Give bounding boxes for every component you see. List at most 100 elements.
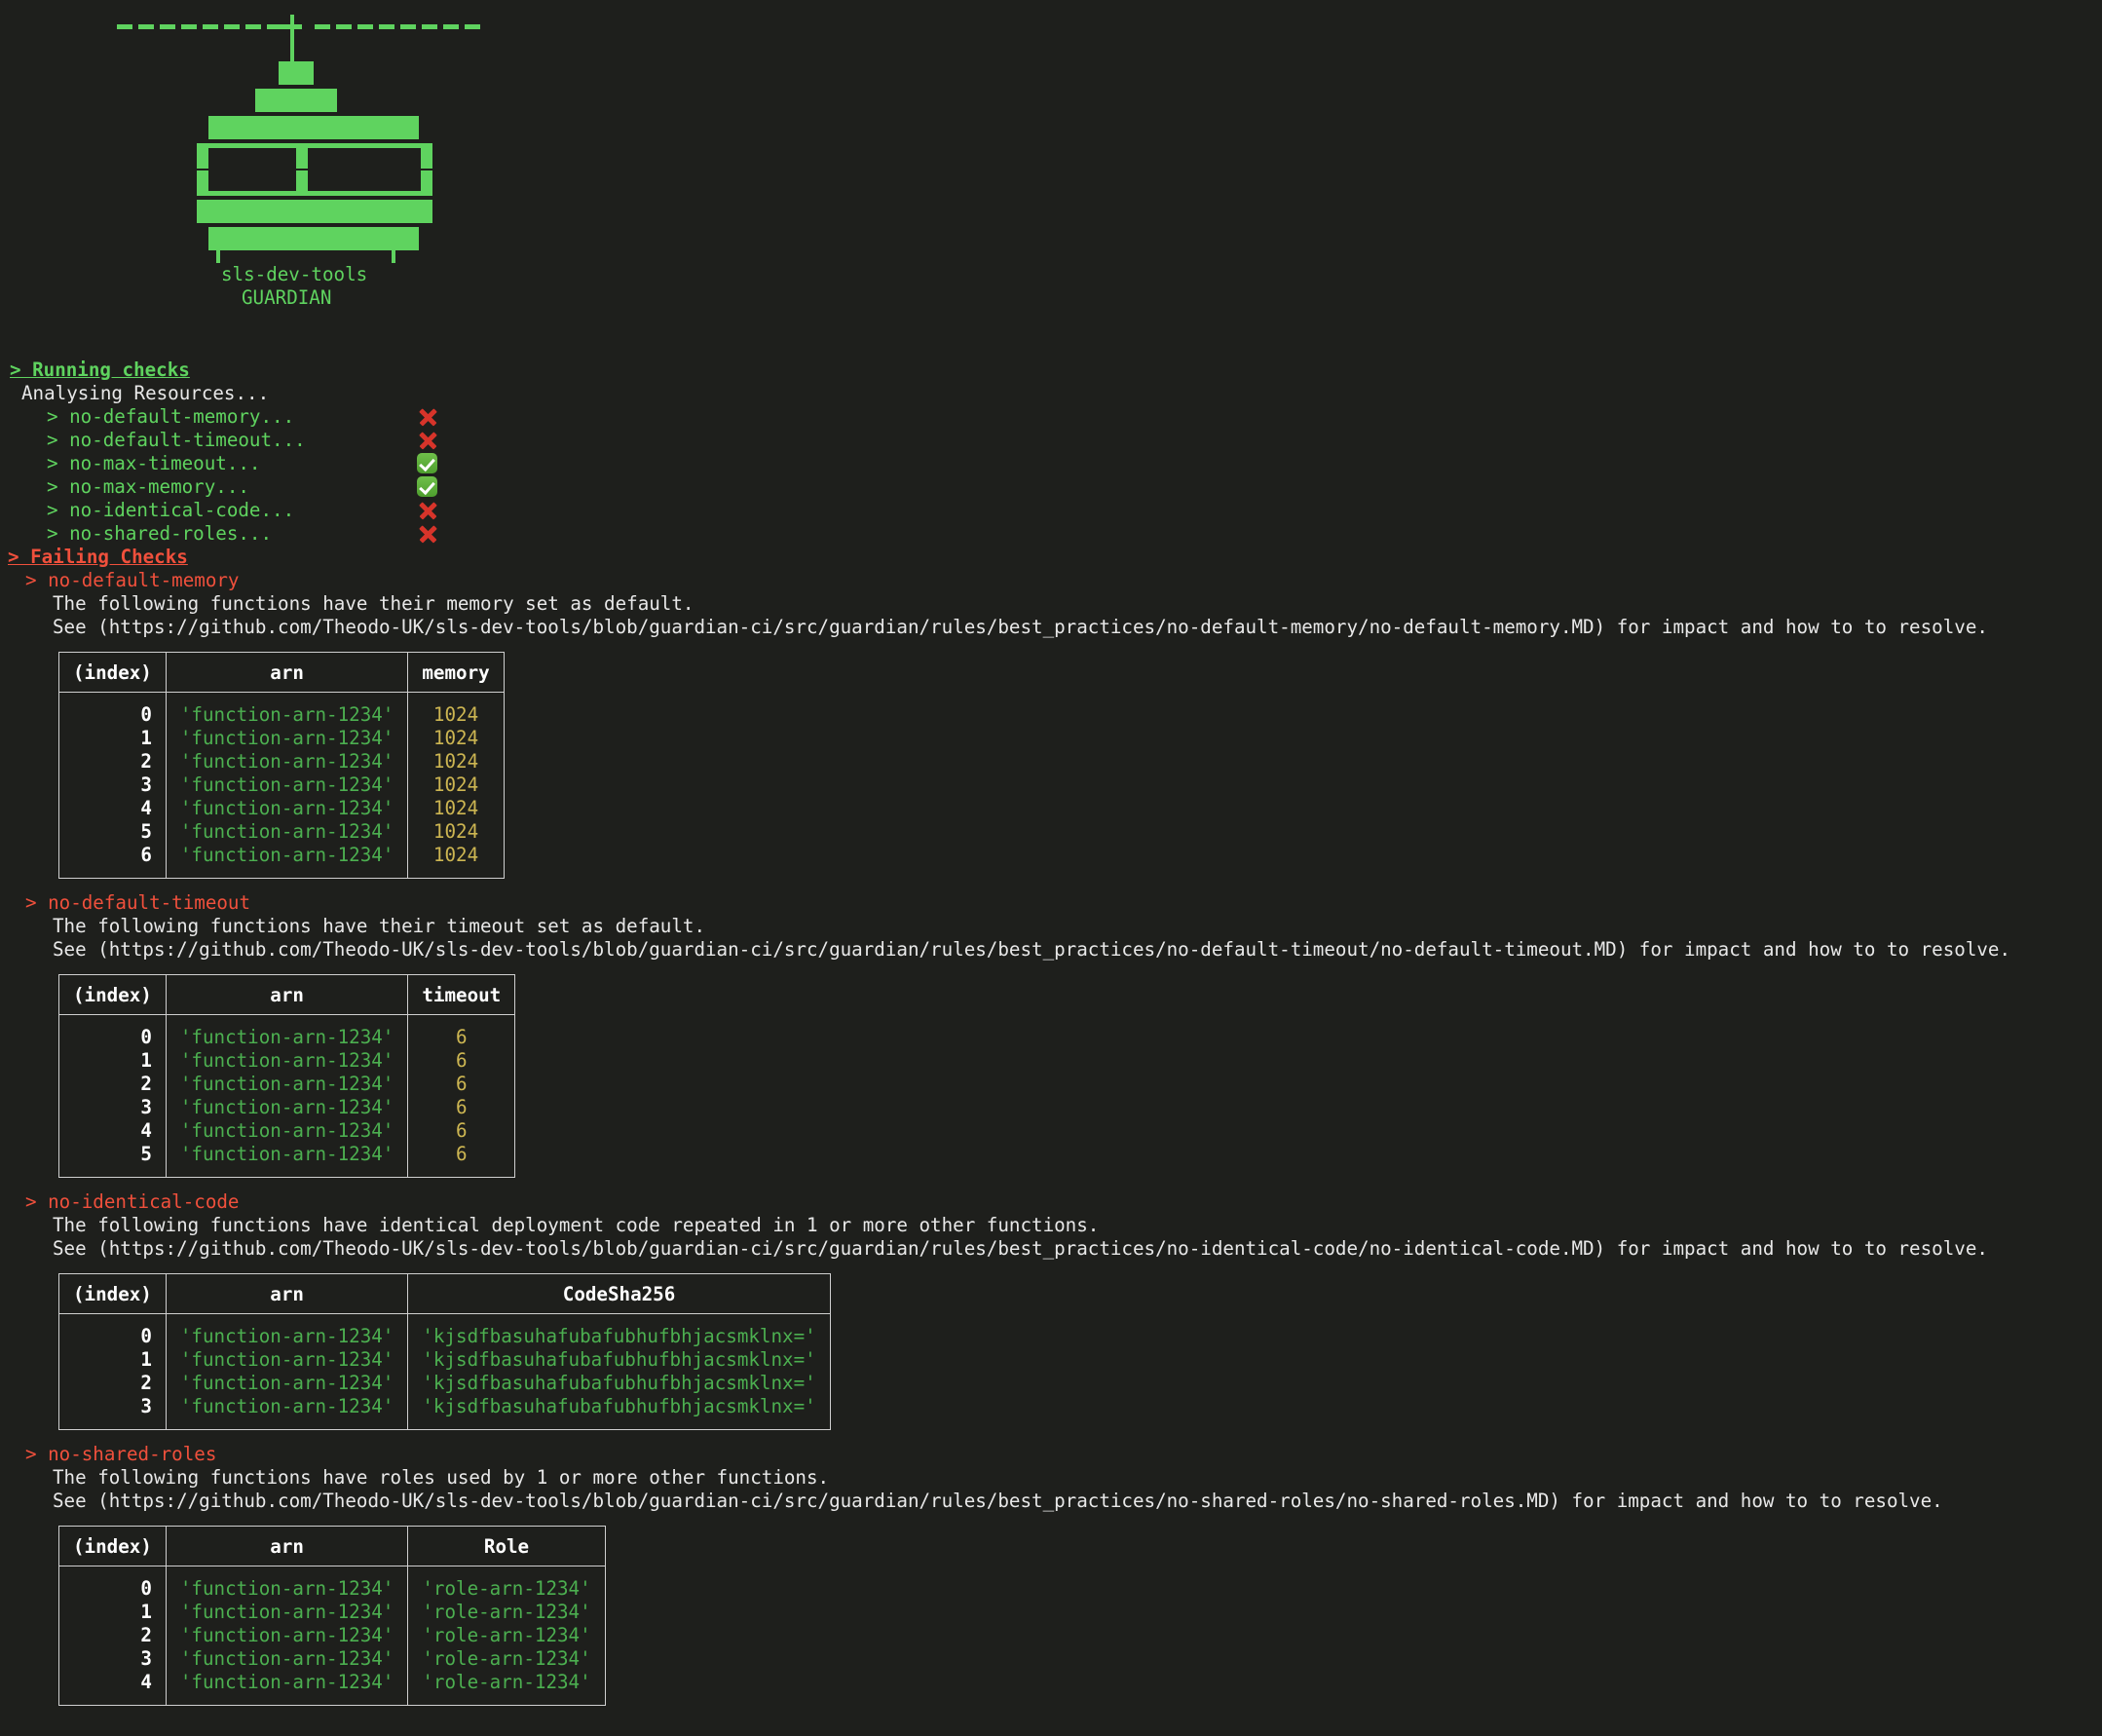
- table-cell: 4: [59, 1671, 167, 1706]
- table-cell: 'function-arn-1234': [166, 820, 408, 844]
- table-row: 6'function-arn-1234'1024: [59, 844, 505, 879]
- table-header-row: (index)arntimeout: [59, 975, 515, 1015]
- table-row: 0'function-arn-1234'6: [59, 1015, 515, 1050]
- table-row: 1'function-arn-1234'1024: [59, 727, 505, 750]
- check-item: > no-default-timeout...: [47, 429, 2102, 452]
- table-cell: 2: [59, 1073, 167, 1096]
- table-column-header: (index): [59, 975, 167, 1015]
- table-column-header: (index): [59, 653, 167, 693]
- failing-rules-container: > no-default-memoryThe following functio…: [0, 569, 2102, 1718]
- table-cell: 'role-arn-1234': [408, 1624, 605, 1647]
- table-cell: 6: [59, 844, 167, 879]
- failing-rule-block: > no-shared-rolesThe following functions…: [0, 1443, 2102, 1718]
- table-cell: 0: [59, 1566, 167, 1602]
- table-cell: 1024: [408, 774, 504, 797]
- table-cell: 6: [408, 1015, 515, 1050]
- table-row: 0'function-arn-1234''role-arn-1234': [59, 1566, 606, 1602]
- check-item-label: > no-identical-code...: [47, 499, 294, 521]
- table-cell: 'function-arn-1234': [166, 1372, 408, 1395]
- check-mark-icon: [417, 450, 437, 473]
- failing-rule-block: > no-identical-codeThe following functio…: [0, 1190, 2102, 1443]
- table-row: 2'function-arn-1234''kjsdfbasuhafubafubh…: [59, 1372, 831, 1395]
- table-row: 5'function-arn-1234'1024: [59, 820, 505, 844]
- cross-mark-icon: [417, 430, 438, 451]
- check-item-label: > no-default-memory...: [47, 405, 294, 428]
- table-header-row: (index)arnRole: [59, 1527, 606, 1566]
- table-column-header: (index): [59, 1527, 167, 1566]
- table-cell: 'function-arn-1234': [166, 1348, 408, 1372]
- table-cell: 'function-arn-1234': [166, 774, 408, 797]
- table-cell: 3: [59, 1647, 167, 1671]
- table-cell: 'function-arn-1234': [166, 1566, 408, 1602]
- table-column-header: arn: [166, 975, 408, 1015]
- table-row: 3'function-arn-1234'6: [59, 1096, 515, 1119]
- table-cell: 'role-arn-1234': [408, 1647, 605, 1671]
- table-header-row: (index)arnCodeSha256: [59, 1274, 831, 1314]
- table-row: 5'function-arn-1234'6: [59, 1143, 515, 1178]
- table-cell: 6: [408, 1049, 515, 1073]
- table-cell: 3: [59, 774, 167, 797]
- check-item: > no-default-memory...: [47, 405, 2102, 429]
- analysing-resources-label: Analysing Resources...: [0, 382, 2102, 405]
- table-cell: 0: [59, 693, 167, 728]
- checks-list: > no-default-memory...> no-default-timeo…: [0, 405, 2102, 546]
- table-row: 4'function-arn-1234'6: [59, 1119, 515, 1143]
- table-cell: 'function-arn-1234': [166, 693, 408, 728]
- cross-mark-icon: [417, 427, 438, 451]
- table-cell: 'function-arn-1234': [166, 1049, 408, 1073]
- table-cell: 'function-arn-1234': [166, 1624, 408, 1647]
- rule-doc-link-line[interactable]: See (https://github.com/Theodo-UK/sls-de…: [0, 1237, 2102, 1261]
- check-item: > no-identical-code...: [47, 499, 2102, 522]
- table-cell: 'function-arn-1234': [166, 1601, 408, 1624]
- table-cell: 'role-arn-1234': [408, 1566, 605, 1602]
- table-cell: 'function-arn-1234': [166, 1015, 408, 1050]
- table-cell: 'kjsdfbasuhafubafubhufbhjacsmklnx=': [408, 1372, 830, 1395]
- check-item-label: > no-max-memory...: [47, 475, 249, 498]
- rule-doc-link-line[interactable]: See (https://github.com/Theodo-UK/sls-de…: [0, 938, 2102, 962]
- table-cell: 3: [59, 1096, 167, 1119]
- rule-table: (index)arntimeout0'function-arn-1234'61'…: [58, 974, 515, 1178]
- table-cell: 'function-arn-1234': [166, 1395, 408, 1430]
- table-cell: 1024: [408, 797, 504, 820]
- app-subtitle: GUARDIAN: [0, 286, 2102, 310]
- table-cell: 'function-arn-1234': [166, 1647, 408, 1671]
- table-row: 0'function-arn-1234''kjsdfbasuhafubafubh…: [59, 1314, 831, 1349]
- check-item: > no-shared-roles...: [47, 522, 2102, 546]
- table-row: 4'function-arn-1234'1024: [59, 797, 505, 820]
- table-cell: 'function-arn-1234': [166, 1096, 408, 1119]
- table-cell: 5: [59, 820, 167, 844]
- table-cell: 'function-arn-1234': [166, 1314, 408, 1349]
- failing-rule-block: > no-default-memoryThe following functio…: [0, 569, 2102, 891]
- check-item-label: > no-shared-roles...: [47, 522, 272, 545]
- table-cell: 1024: [408, 750, 504, 774]
- table-cell: 'kjsdfbasuhafubafubhufbhjacsmklnx=': [408, 1395, 830, 1430]
- rule-name: > no-identical-code: [0, 1190, 2102, 1214]
- table-cell: 1024: [408, 727, 504, 750]
- table-row: 2'function-arn-1234'6: [59, 1073, 515, 1096]
- rule-doc-link-line[interactable]: See (https://github.com/Theodo-UK/sls-de…: [0, 1490, 2102, 1513]
- rule-description: The following functions have roles used …: [0, 1466, 2102, 1490]
- table-row: 3'function-arn-1234''kjsdfbasuhafubafubh…: [59, 1395, 831, 1430]
- table-column-header: arn: [166, 653, 408, 693]
- robot-ascii-icon: [0, 0, 545, 263]
- cross-mark-icon: [417, 406, 438, 428]
- table-column-header: (index): [59, 1274, 167, 1314]
- table-cell: 5: [59, 1143, 167, 1178]
- table-row: 3'function-arn-1234'1024: [59, 774, 505, 797]
- table-cell: 2: [59, 750, 167, 774]
- rule-table-wrapper: (index)arnRole0'function-arn-1234''role-…: [0, 1526, 2102, 1706]
- table-cell: 'function-arn-1234': [166, 1073, 408, 1096]
- table-row: 1'function-arn-1234''role-arn-1234': [59, 1601, 606, 1624]
- table-cell: 6: [408, 1143, 515, 1178]
- table-column-header: arn: [166, 1274, 408, 1314]
- rule-table: (index)arnCodeSha2560'function-arn-1234'…: [58, 1273, 831, 1430]
- guardian-logo-art: [0, 0, 2102, 263]
- table-cell: 1024: [408, 820, 504, 844]
- table-column-header: Role: [408, 1527, 605, 1566]
- rule-table-wrapper: (index)arnmemory0'function-arn-1234'1024…: [0, 652, 2102, 879]
- table-cell: 1: [59, 727, 167, 750]
- table-cell: 1024: [408, 844, 504, 879]
- rule-doc-link-line[interactable]: See (https://github.com/Theodo-UK/sls-de…: [0, 616, 2102, 639]
- check-item-label: > no-max-timeout...: [47, 452, 261, 474]
- rule-description: The following functions have identical d…: [0, 1214, 2102, 1237]
